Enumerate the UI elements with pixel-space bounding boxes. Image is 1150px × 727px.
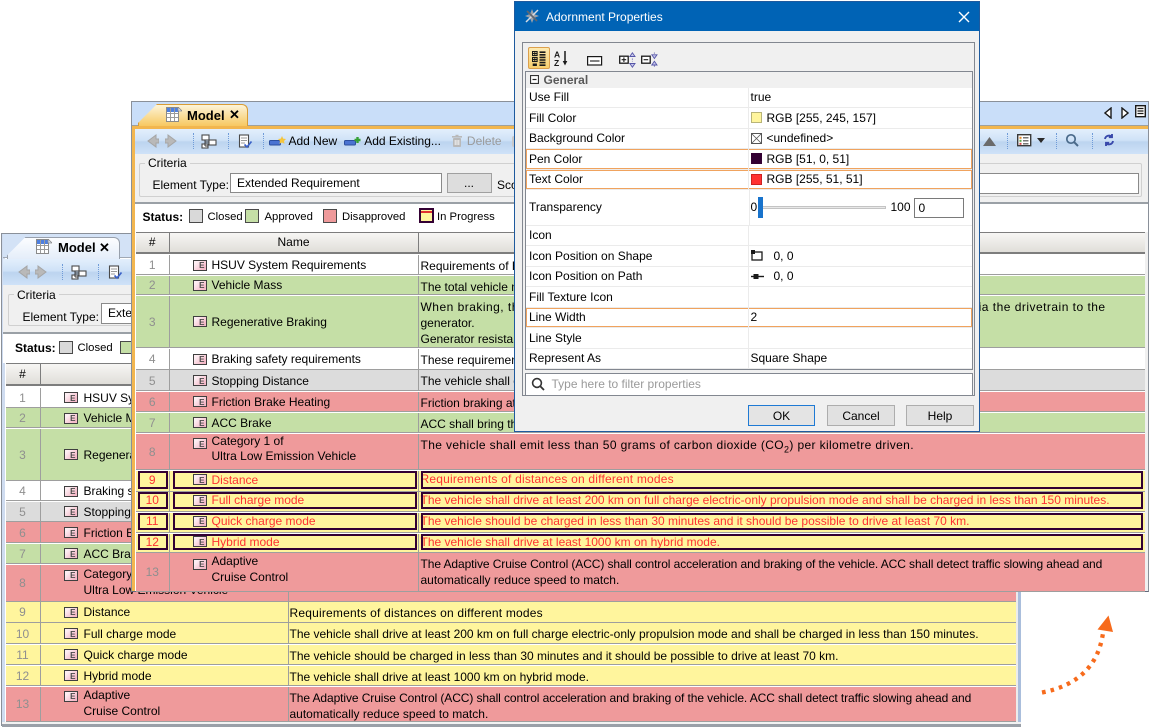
svg-text:Z: Z <box>554 58 559 66</box>
